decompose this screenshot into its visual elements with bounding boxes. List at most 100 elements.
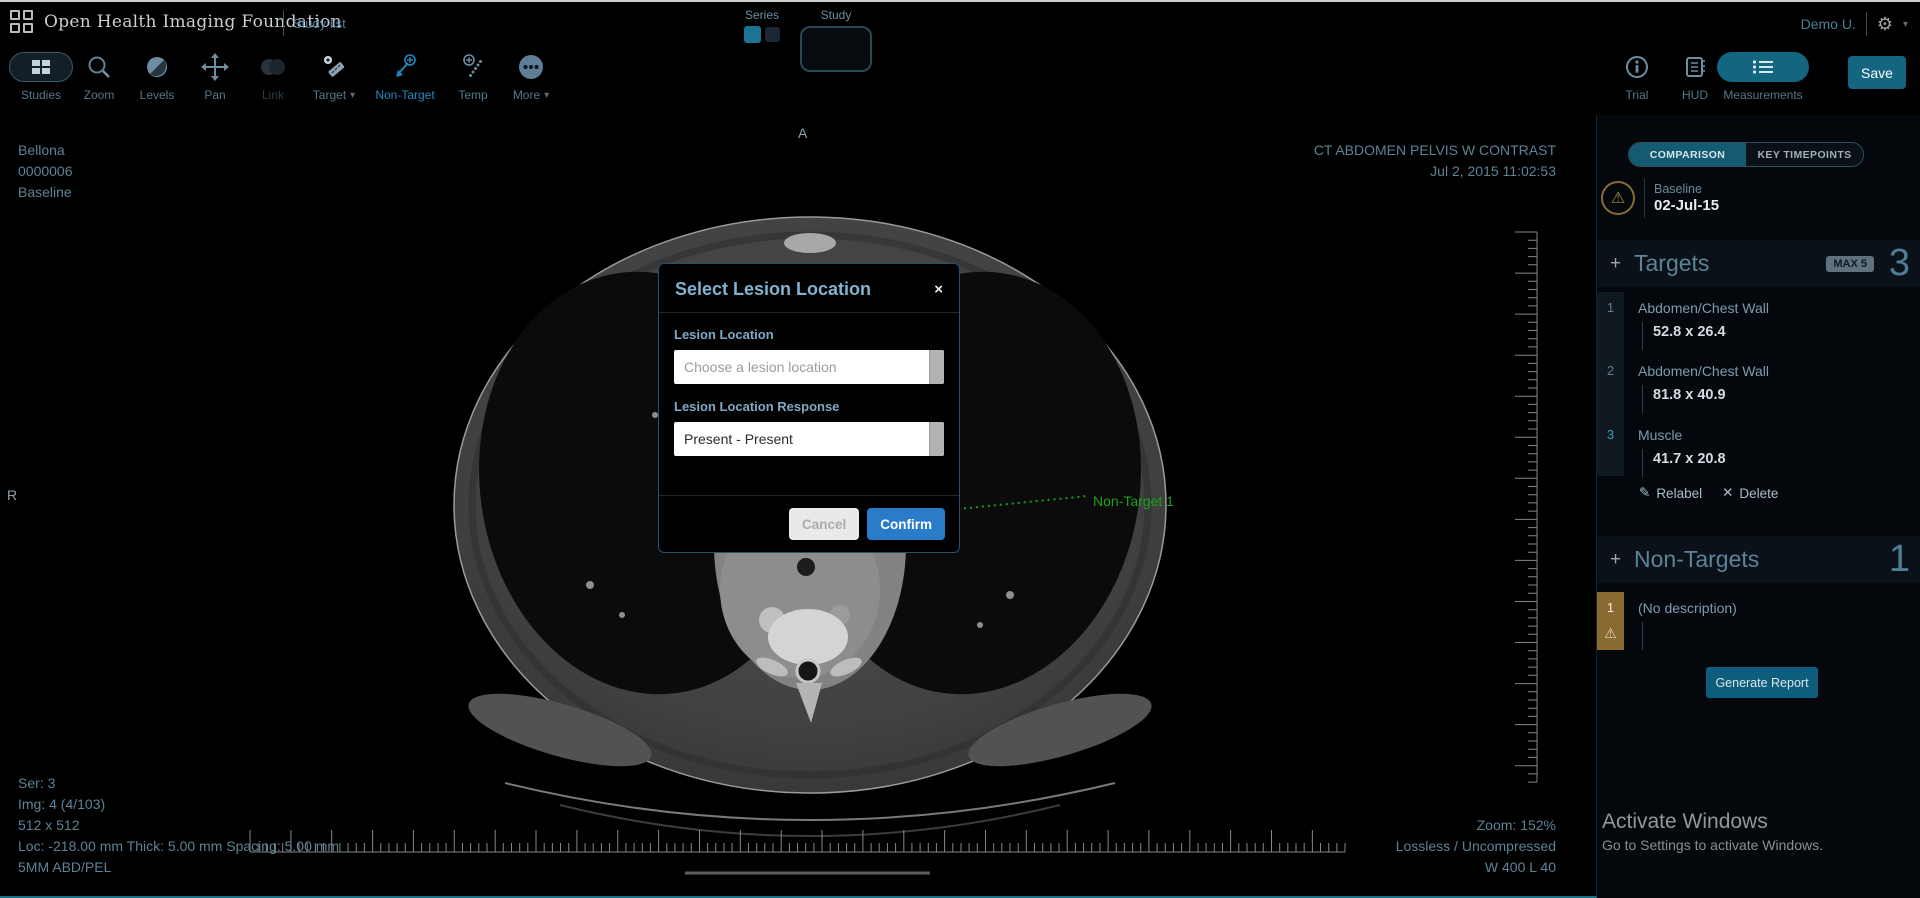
non-target-row-1[interactable]: 1 ⚠ (No description) <box>1597 592 1920 650</box>
zoom-level: Zoom: 152% <box>1396 815 1556 836</box>
study-info-overlay: CT ABDOMEN PELVIS W CONTRAST Jul 2, 2015… <box>1314 140 1556 182</box>
close-icon[interactable]: × <box>934 283 943 297</box>
study-description: CT ABDOMEN PELVIS W CONTRAST <box>1314 140 1556 161</box>
more-dots-icon <box>517 53 545 81</box>
tool-more[interactable]: More▾ <box>502 48 560 102</box>
measurements-sidebar: COMPARISON KEY TIMEPOINTS ⚠ Baseline 02-… <box>1597 115 1920 898</box>
hud-panel-icon <box>1682 54 1708 80</box>
activate-windows-watermark: Activate Windows Go to Settings to activ… <box>1602 810 1823 853</box>
series-thumbnail-active[interactable] <box>744 26 761 43</box>
lesion-response-value: Present - Present <box>684 431 793 447</box>
studies-active-pill <box>9 52 73 82</box>
window-level: W 400 L 40 <box>1396 857 1556 878</box>
chevron-down-icon[interactable]: ▾ <box>1903 19 1908 30</box>
confirm-button[interactable]: Confirm <box>867 508 945 540</box>
divider <box>1644 178 1645 218</box>
tool-levels[interactable]: Levels <box>128 48 186 102</box>
tab-key-timepoints[interactable]: KEY TIMEPOINTS <box>1746 143 1863 166</box>
tool-link[interactable]: Link <box>244 48 302 102</box>
compression-info: Lossless / Uncompressed <box>1396 836 1556 857</box>
link-icon <box>258 56 288 78</box>
user-divider <box>1866 12 1867 36</box>
delete-button[interactable]: ✕ Delete <box>1722 485 1778 501</box>
grid-icon <box>31 58 51 76</box>
series-thumbnail-inactive[interactable] <box>765 27 780 42</box>
timepoint-tabs: COMPARISON KEY TIMEPOINTS <box>1628 142 1864 167</box>
save-button[interactable]: Save <box>1848 56 1906 89</box>
non-target-annotation-label[interactable]: Non-Target 1 <box>1093 493 1174 509</box>
add-target-button[interactable]: + <box>1610 253 1634 275</box>
tool-measurements[interactable]: Measurements <box>1724 48 1802 102</box>
cancel-button[interactable]: Cancel <box>789 508 859 540</box>
generate-report-button[interactable]: Generate Report <box>1706 667 1818 698</box>
targets-section-header: + Targets MAX 5 3 <box>1597 240 1920 287</box>
toolbar: Studies Zoom Levels Pan <box>0 44 1920 115</box>
chevron-down-icon: ▾ <box>350 90 355 101</box>
gear-icon[interactable]: ⚙ <box>1877 15 1893 33</box>
select-scrollbar[interactable] <box>929 350 944 384</box>
lesion-location-select[interactable]: Choose a lesion location <box>674 350 944 384</box>
user-name[interactable]: Demo U. <box>1801 16 1856 32</box>
temp-dotted-icon <box>459 53 487 81</box>
tool-zoom[interactable]: Zoom <box>70 48 128 102</box>
warning-icon: ⚠ <box>1597 625 1624 642</box>
non-target-leader-line <box>958 496 1087 509</box>
magnifier-icon <box>86 54 112 80</box>
study-thumbnail-group: Study <box>800 8 872 72</box>
study-label: Study <box>800 8 872 22</box>
lesion-location-label: Lesion Location <box>674 327 944 342</box>
select-scrollbar[interactable] <box>929 422 944 456</box>
tab-comparison[interactable]: COMPARISON <box>1629 143 1746 166</box>
study-datetime: Jul 2, 2015 11:02:53 <box>1314 161 1556 182</box>
info-icon <box>1624 54 1650 80</box>
targets-title: Targets <box>1634 250 1709 277</box>
warning-circle-icon: ⚠ <box>1601 181 1635 215</box>
orientation-marker-right: R <box>7 487 17 503</box>
pan-arrows-icon <box>201 53 229 81</box>
series-thumbnail-group: Series <box>744 8 780 43</box>
tool-temp[interactable]: Temp <box>444 48 502 102</box>
orientation-marker-anterior: A <box>798 125 807 141</box>
select-lesion-location-modal: Select Lesion Location × Lesion Location… <box>658 263 960 553</box>
study-thumbnail[interactable] <box>800 26 872 72</box>
list-icon <box>1752 59 1774 75</box>
tool-hud[interactable]: HUD <box>1666 48 1724 102</box>
measurements-active-pill <box>1717 52 1809 82</box>
patient-name: Bellona <box>18 140 73 161</box>
target-row-2[interactable]: 2 Abdomen/Chest Wall 81.8 x 40.9 <box>1597 355 1920 419</box>
warning-icon: ⚠ <box>1611 188 1625 208</box>
non-targets-title: Non-Targets <box>1634 546 1759 573</box>
lesion-location-placeholder: Choose a lesion location <box>684 359 837 375</box>
ohif-logo-icon <box>10 10 34 34</box>
display-info-overlay: Zoom: 152% Lossless / Uncompressed W 400… <box>1396 815 1556 878</box>
pencil-icon: ✎ <box>1639 485 1650 501</box>
modal-title: Select Lesion Location <box>675 279 871 300</box>
lesion-response-select[interactable]: Present - Present <box>674 422 944 456</box>
tool-trial[interactable]: Trial <box>1608 48 1666 102</box>
tool-pan[interactable]: Pan <box>186 48 244 102</box>
top-navbar: Open Health Imaging Foundation Study lis… <box>0 2 1920 44</box>
lesion-response-label: Lesion Location Response <box>674 399 944 414</box>
patient-info-overlay: Bellona 0000006 Baseline <box>18 140 73 203</box>
target-row-3[interactable]: 3 Muscle 41.7 x 20.8 <box>1597 419 1920 476</box>
targets-count: 3 <box>1882 242 1910 285</box>
chevron-down-icon: ▾ <box>544 90 549 101</box>
target-ruler-icon <box>320 53 348 81</box>
tool-target[interactable]: Target▾ <box>302 48 366 102</box>
timepoint-row: ⚠ Baseline 02-Jul-15 <box>1601 178 1719 218</box>
max-targets-badge: MAX 5 <box>1826 256 1874 272</box>
navbar-divider <box>283 10 284 36</box>
add-non-target-button[interactable]: + <box>1610 549 1634 571</box>
app-window: Open Health Imaging Foundation Study lis… <box>0 0 1920 898</box>
tool-studies[interactable]: Studies <box>12 48 70 102</box>
timepoint-label: Baseline <box>18 182 73 203</box>
delete-x-icon: ✕ <box>1722 485 1733 501</box>
tool-non-target[interactable]: Non-Target <box>366 48 444 102</box>
target-row-1[interactable]: 1 Abdomen/Chest Wall 52.8 x 26.4 <box>1597 292 1920 355</box>
non-target-arrow-icon <box>391 53 419 81</box>
series-info-overlay: Ser: 3 Img: 4 (4/103) 512 x 512 Loc: -21… <box>18 773 339 878</box>
timepoint-name: Baseline <box>1654 182 1719 196</box>
study-list-link[interactable]: Study list <box>293 16 346 31</box>
non-targets-count: 1 <box>1882 538 1910 581</box>
relabel-button[interactable]: ✎ Relabel <box>1639 485 1702 501</box>
